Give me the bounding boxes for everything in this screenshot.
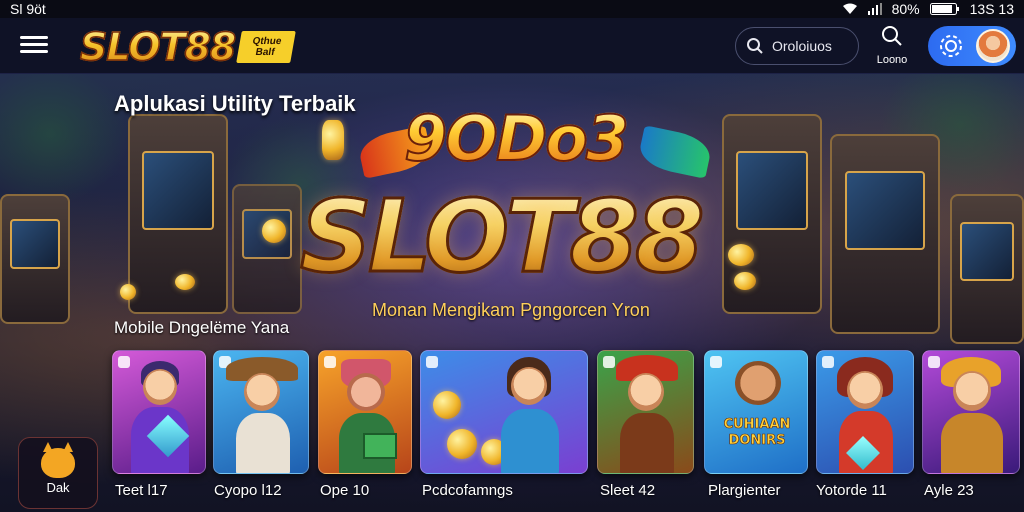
status-icons: 80% 13S 13 xyxy=(842,1,1014,17)
coin-decoration xyxy=(734,272,756,290)
slot-machine-image xyxy=(950,194,1024,344)
badge-icon xyxy=(710,356,722,368)
section-title: Mobile Dngelëme Yana xyxy=(114,318,290,337)
search-nav-item[interactable]: Loono xyxy=(870,24,914,70)
avatar xyxy=(976,29,1010,63)
logo-badge: Qthue Balf xyxy=(236,31,297,63)
floating-button-label: Dak xyxy=(46,480,70,495)
badge-icon xyxy=(928,356,940,368)
game-card-label: Ayle 23 xyxy=(924,482,974,499)
badge-icon xyxy=(118,356,130,368)
hero-tagline: Monan Mengikam Pgngorcen Yron xyxy=(372,300,650,320)
status-time: Sl 9öt xyxy=(10,1,46,17)
game-card[interactable] xyxy=(213,350,309,474)
game-card-label: Sleet 42 xyxy=(600,482,656,499)
devil-icon xyxy=(41,442,75,478)
signal-icon xyxy=(867,3,882,15)
gear-icon xyxy=(940,35,962,57)
mascot-logo: 9ODo3 xyxy=(403,101,630,176)
search-button[interactable]: Oroloiuos xyxy=(735,27,859,65)
coin-decoration xyxy=(322,120,344,160)
floating-action-button[interactable]: Dak xyxy=(18,437,98,509)
slot-machine-image xyxy=(830,134,940,334)
battery-icon xyxy=(929,3,960,15)
nav-item-label: Loono xyxy=(876,54,908,66)
profile-button[interactable] xyxy=(928,26,1016,66)
palm-decoration xyxy=(0,74,130,204)
wing-decoration xyxy=(636,125,714,179)
badge-icon xyxy=(426,356,438,368)
battery-percent: 80% xyxy=(891,1,920,17)
coin-decoration xyxy=(728,244,754,266)
wifi-icon xyxy=(842,3,858,15)
status-clock: 13S 13 xyxy=(969,1,1014,17)
search-label: Oroloiuos xyxy=(772,38,832,54)
logo-text: SLOT88 xyxy=(79,24,237,70)
hero-banner: Aplukasi Utility Terbaik 9ODo3 SLOT88 Mo… xyxy=(0,74,1024,512)
badge-icon xyxy=(603,356,615,368)
game-card-label: Teet l17 xyxy=(115,482,168,499)
status-bar: Sl 9öt 80% 13S 13 xyxy=(0,0,1024,18)
game-card-art-text: CUHIAAN DONIRS xyxy=(723,417,791,449)
game-card[interactable] xyxy=(112,350,206,474)
game-card[interactable] xyxy=(597,350,694,474)
search-icon xyxy=(882,26,902,46)
game-card[interactable] xyxy=(420,350,588,474)
game-card[interactable]: CUHIAAN DONIRS xyxy=(704,350,808,474)
game-card-label: Yotorde 11 xyxy=(816,482,887,499)
logo[interactable]: SLOT88 Qthue Balf xyxy=(79,24,297,70)
game-card-label: Cyopo l12 xyxy=(214,482,282,499)
search-icon xyxy=(747,38,763,54)
game-card-label: Pcdcofamngs xyxy=(422,482,513,499)
game-card[interactable] xyxy=(922,350,1020,474)
game-card-label: Plargienter xyxy=(708,482,781,499)
game-card[interactable] xyxy=(816,350,914,474)
coin-decoration xyxy=(120,284,136,300)
slot-machine-image xyxy=(0,194,70,324)
badge-icon xyxy=(822,356,834,368)
slot-machine-image xyxy=(232,184,302,314)
badge-icon xyxy=(324,356,336,368)
game-card[interactable] xyxy=(318,350,412,474)
app-header: SLOT88 Qthue Balf Oroloiuos Loono xyxy=(0,18,1024,74)
coin-decoration xyxy=(175,274,195,290)
hero-logo: SLOT88 xyxy=(299,177,707,297)
game-card-label: Ope 10 xyxy=(320,482,370,499)
hamburger-menu-icon[interactable] xyxy=(20,32,48,58)
coin-decoration xyxy=(262,219,286,243)
hero-title: Aplukasi Utility Terbaik xyxy=(114,91,356,116)
game-list: CUHIAAN DONIRS xyxy=(112,350,1022,474)
